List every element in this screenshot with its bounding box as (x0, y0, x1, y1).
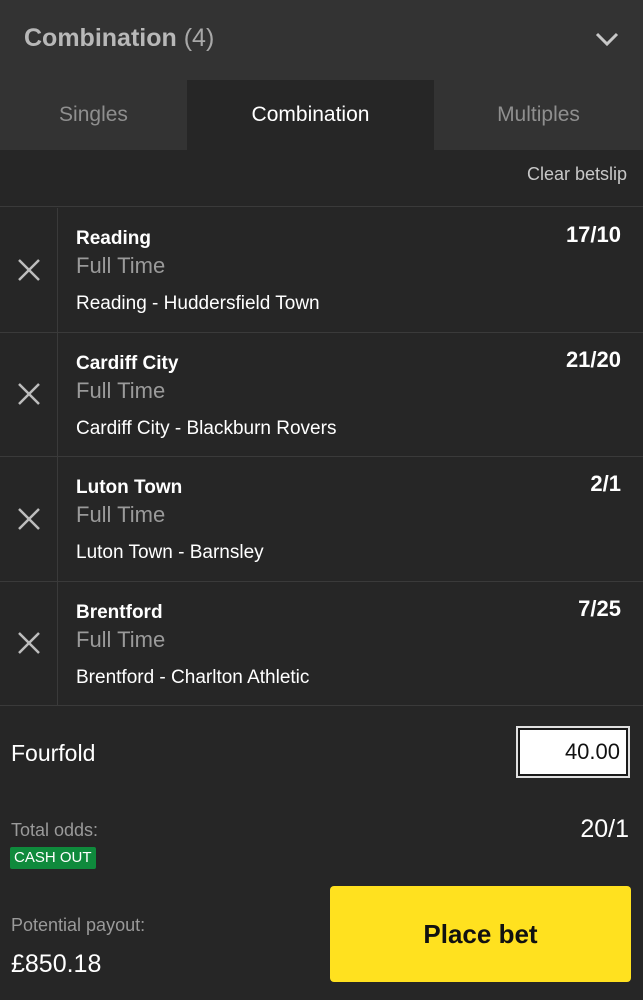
tab-combination[interactable]: Combination (187, 80, 434, 150)
selection-team: Luton Town (76, 477, 183, 498)
cash-out-badge: CASH OUT (10, 847, 96, 869)
selection-team: Brentford (76, 601, 163, 623)
chevron-down-icon[interactable] (593, 28, 621, 50)
place-bet-label: Place bet (423, 918, 538, 949)
selection-odds: 2/1 (590, 471, 621, 496)
selection-event: Cardiff City - Blackburn Rovers (76, 417, 337, 439)
selection-event: Luton Town - Barnsley (76, 542, 264, 563)
tab-multiples[interactable]: Multiples (434, 80, 643, 150)
potential-payout-value: £850.18 (11, 950, 102, 978)
selection-item: Brentford Full Time Brentford - Charlton… (0, 581, 643, 706)
bet-type-tabs: Singles Combination Multiples (0, 80, 643, 150)
betslip-header[interactable]: Combination (4) (0, 0, 643, 80)
selection-event: Brentford - Charlton Athletic (76, 666, 310, 688)
selection-market: Full Time (76, 377, 166, 403)
stake-input[interactable] (516, 726, 630, 778)
close-icon (17, 383, 40, 406)
selection-market: Full Time (76, 626, 166, 652)
selection-odds: 7/25 (578, 595, 621, 621)
selection-count: (4) (183, 24, 215, 52)
bet-type-label: Fourfold (11, 740, 96, 766)
selection-event: Reading - Huddersfield Town (76, 293, 320, 314)
selection-market: Full Time (76, 502, 166, 527)
clear-betslip-link[interactable]: Clear betslip (527, 164, 627, 185)
selection-market: Full Time (76, 253, 166, 278)
selection-item: Cardiff City Full Time Cardiff City - Bl… (0, 332, 643, 457)
tab-singles[interactable]: Singles (0, 80, 187, 150)
selection-team: Reading (76, 228, 151, 249)
close-icon (17, 507, 40, 530)
selection-odds: 17/10 (565, 222, 621, 247)
selection-item: Luton Town Full Time Luton Town - Barnsl… (0, 457, 643, 582)
betslip-title-text: Combination (24, 24, 177, 52)
close-icon (17, 632, 40, 655)
remove-selection-button[interactable] (0, 208, 58, 332)
place-bet-button[interactable]: Place bet (330, 886, 631, 982)
remove-selection-button[interactable] (0, 457, 58, 581)
total-odds-value: 20/1 (580, 815, 629, 843)
remove-selection-button[interactable] (0, 581, 58, 705)
remove-selection-button[interactable] (0, 332, 58, 456)
total-odds-label: Total odds: (11, 820, 99, 840)
selection-team: Cardiff City (76, 352, 179, 374)
betslip-title: Combination (4) (24, 24, 214, 53)
clear-row: Clear betslip (0, 150, 643, 207)
selection-item: Reading Full Time Reading - Huddersfield… (0, 208, 643, 333)
close-icon (17, 258, 40, 281)
potential-payout-label: Potential payout: (11, 915, 146, 935)
selection-odds: 21/20 (565, 346, 621, 372)
selection-list: Reading Full Time Reading - Huddersfield… (0, 208, 643, 706)
